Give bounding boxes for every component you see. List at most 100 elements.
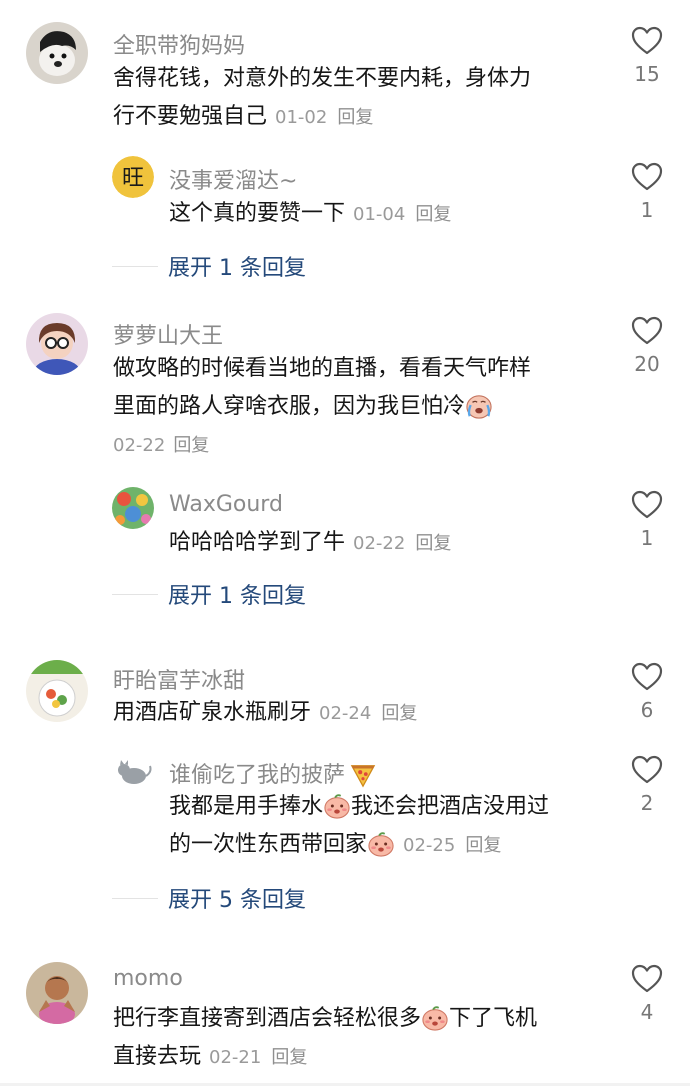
- svg-text:旺: 旺: [122, 166, 144, 191]
- timestamp: 02-21: [209, 1047, 262, 1068]
- comment-text-tail: 直接去玩: [113, 1044, 202, 1069]
- comment-text-line: 把行李直接寄到酒店会轻松很多 下了飞机: [113, 1000, 613, 1038]
- reply-button[interactable]: 回复: [465, 835, 501, 856]
- like-count: 4: [640, 1000, 654, 1024]
- comment-item: momo 把行李直接寄到酒店会轻松很多 下了飞机 直接去玩 02-21 回复 4: [0, 950, 690, 1086]
- expand-replies-label: 展开 1 条回复: [168, 584, 306, 609]
- avatar[interactable]: [112, 750, 154, 792]
- crying-emoji-icon: [465, 393, 493, 419]
- like-count: 6: [640, 698, 654, 722]
- reply-button[interactable]: 回复: [173, 435, 209, 456]
- like-count: 1: [640, 526, 654, 550]
- avatar[interactable]: [26, 962, 88, 1024]
- heart-outline-icon: [631, 964, 663, 994]
- comment-text: 哈哈哈哈学到了牛 02-22 回复: [169, 524, 609, 563]
- expand-replies-label: 展开 1 条回复: [168, 256, 306, 281]
- comment-item: 盱眙富芋冰甜 用酒店矿泉水瓶刷牙 02-24 回复 6 谁偷吃了我的披萨 我都是用手…: [0, 630, 690, 950]
- like-count: 1: [640, 198, 654, 222]
- divider: [112, 897, 158, 899]
- wang-avatar-icon: 旺: [112, 156, 154, 198]
- timestamp: 01-04: [353, 204, 406, 225]
- comment-text-line: 行不要勉强自己 01-02 回复: [113, 98, 613, 137]
- timestamp: 02-24: [319, 703, 372, 724]
- username[interactable]: WaxGourd: [169, 492, 283, 517]
- comment-text-line: 我都是用手捧水 我还会把酒店没用过: [169, 788, 609, 826]
- comment-text: 用酒店矿泉水瓶刷牙 02-24 回复: [113, 694, 613, 733]
- username-link[interactable]: 谁偷吃了我的披萨: [169, 763, 345, 788]
- comment-text-line: 做攻略的时候看当地的直播，看看天气咋样: [113, 356, 532, 381]
- comment-meta: 02-22 回复: [113, 426, 613, 465]
- reply-button[interactable]: 回复: [415, 204, 451, 225]
- heart-outline-icon: [631, 490, 663, 520]
- avatar[interactable]: 旺: [112, 156, 154, 198]
- like-button[interactable]: 1: [617, 490, 677, 550]
- comment-text-line: 用酒店矿泉水瓶刷牙: [113, 700, 312, 725]
- comment-text-part: 下了飞机: [449, 1006, 538, 1031]
- comment-text-line: 的一次性东西带回家 02-25 回复: [169, 826, 609, 865]
- comment-text-tail: 的一次性东西带回家: [169, 832, 368, 857]
- reply-button[interactable]: 回复: [271, 1047, 307, 1068]
- username[interactable]: 萝萝山大王: [113, 318, 223, 350]
- like-button[interactable]: 4: [617, 964, 677, 1024]
- comment-text-line: 里面的路人穿啥衣服，因为我巨怕冷: [113, 388, 613, 426]
- peach-face-emoji-icon: [421, 1005, 449, 1031]
- comment-item: 全职带狗妈妈 舍得花钱，对意外的发生不要内耗，身体力 行不要勉强自己 01-02 回…: [0, 0, 690, 300]
- comment-text-tail: 里面的路人穿啥衣服，因为我巨怕冷: [113, 394, 466, 419]
- peach-face-emoji-icon: [323, 793, 351, 819]
- comment-text-line: 直接去玩 02-21 回复: [113, 1038, 613, 1077]
- expand-replies-button[interactable]: 展开 5 条回复: [112, 882, 306, 914]
- dog-avatar-icon: [26, 22, 88, 84]
- like-count: 2: [640, 791, 654, 815]
- comment-text: 我都是用手捧水 我还会把酒店没用过 的一次性东西带回家 02-25 回复: [169, 788, 609, 865]
- comment-text-part: 把行李直接寄到酒店会轻松很多: [113, 1006, 422, 1031]
- cat-avatar-icon: [112, 750, 154, 792]
- cartoon-avatar-icon: [26, 962, 88, 1024]
- expand-replies-button[interactable]: 展开 1 条回复: [112, 250, 306, 282]
- like-button[interactable]: 20: [617, 316, 677, 376]
- avatar[interactable]: [26, 660, 88, 722]
- comment-text: 舍得花钱，对意外的发生不要内耗，身体力 行不要勉强自己 01-02 回复: [113, 60, 613, 137]
- comment-text-part: 我还会把酒店没用过: [351, 794, 550, 819]
- username: 谁偷吃了我的披萨: [169, 757, 377, 789]
- reply-button[interactable]: 回复: [415, 533, 451, 554]
- expand-replies-label: 展开 5 条回复: [168, 888, 306, 913]
- reply-button[interactable]: 回复: [381, 703, 417, 724]
- heart-outline-icon: [631, 662, 663, 692]
- heart-outline-icon: [631, 26, 663, 56]
- like-button[interactable]: 2: [617, 755, 677, 815]
- avatar[interactable]: [26, 313, 88, 375]
- avatar[interactable]: [112, 487, 154, 529]
- timestamp: 02-22: [113, 435, 166, 456]
- heart-outline-icon: [631, 755, 663, 785]
- comment-text: 做攻略的时候看当地的直播，看看天气咋样 里面的路人穿啥衣服，因为我巨怕冷 02-…: [113, 350, 613, 465]
- divider: [112, 265, 158, 267]
- divider: [112, 593, 158, 595]
- heart-outline-icon: [631, 316, 663, 346]
- heart-outline-icon: [631, 162, 663, 192]
- username[interactable]: 没事爱溜达~: [169, 163, 297, 195]
- timestamp: 01-02: [275, 107, 328, 128]
- like-button[interactable]: 6: [617, 662, 677, 722]
- username[interactable]: 盱眙富芋冰甜: [113, 663, 245, 695]
- comment-text-line: 这个真的要赞一下: [169, 201, 346, 226]
- username[interactable]: 全职带狗妈妈: [113, 28, 245, 60]
- colorful-avatar-icon: [112, 487, 154, 529]
- girl-avatar-icon: [26, 313, 88, 375]
- like-count: 20: [634, 352, 660, 376]
- comment-text-line: 舍得花钱，对意外的发生不要内耗，身体力: [113, 66, 532, 91]
- food-avatar-icon: [26, 660, 88, 722]
- reply-button[interactable]: 回复: [337, 107, 373, 128]
- avatar[interactable]: [26, 22, 88, 84]
- pizza-icon: [349, 762, 377, 788]
- like-button[interactable]: 1: [617, 162, 677, 222]
- like-button[interactable]: 15: [617, 26, 677, 86]
- expand-replies-button[interactable]: 展开 1 条回复: [112, 578, 306, 610]
- peach-face-emoji-icon: [367, 831, 395, 857]
- timestamp: 02-25: [403, 835, 456, 856]
- username[interactable]: momo: [113, 966, 183, 991]
- comment-text-part: 我都是用手捧水: [169, 794, 324, 819]
- comment-text: 把行李直接寄到酒店会轻松很多 下了飞机 直接去玩 02-21 回复: [113, 1000, 613, 1077]
- timestamp: 02-22: [353, 533, 406, 554]
- like-count: 15: [634, 62, 660, 86]
- comment-item: 萝萝山大王 做攻略的时候看当地的直播，看看天气咋样 里面的路人穿啥衣服，因为我巨…: [0, 300, 690, 630]
